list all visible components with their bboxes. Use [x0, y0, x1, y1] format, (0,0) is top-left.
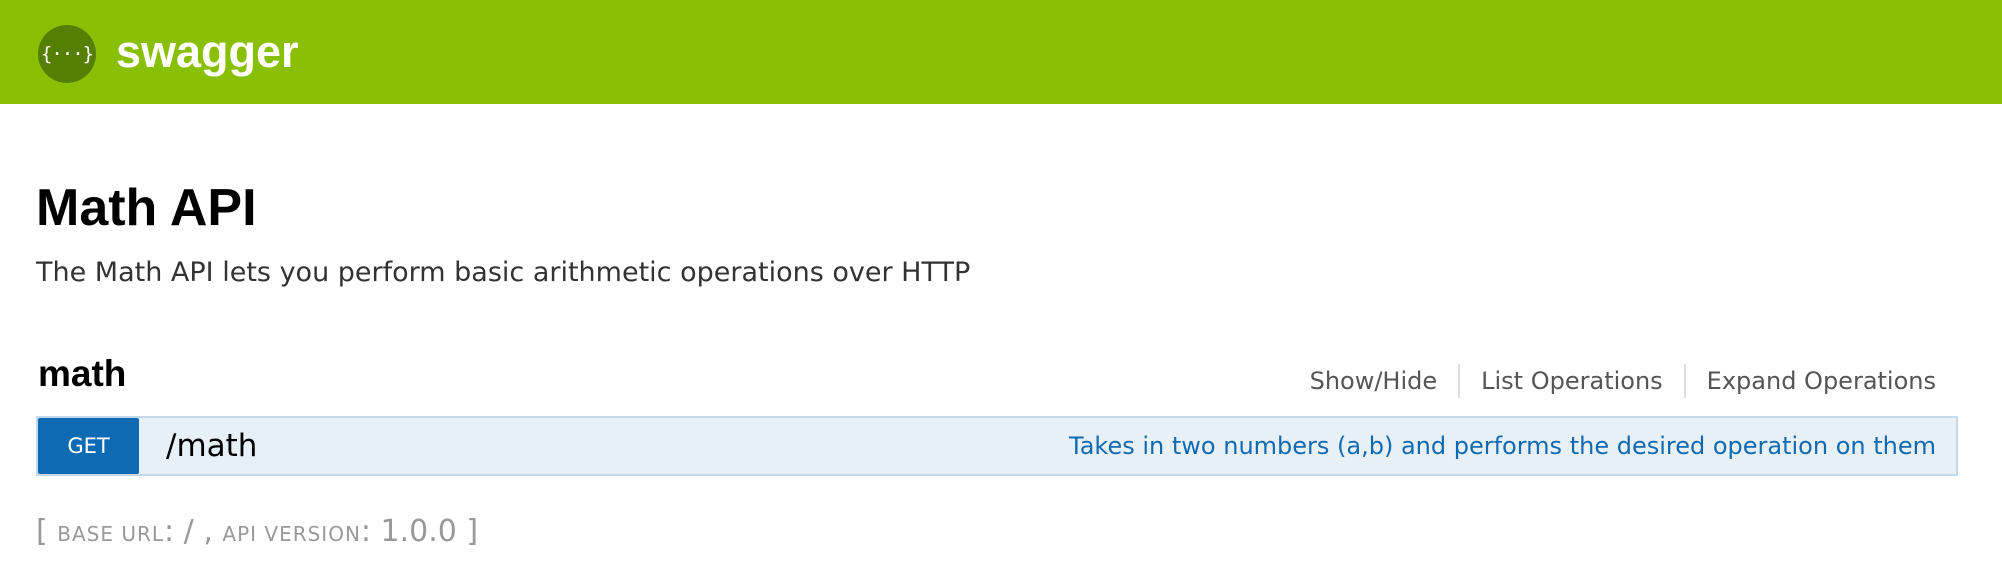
expand-operations-link[interactable]: Expand Operations	[1686, 362, 1936, 400]
base-url-value: : / ,	[164, 514, 223, 549]
http-method-badge[interactable]: GET	[38, 418, 139, 474]
operation-summary[interactable]: Takes in two numbers (a,b) and performs …	[1069, 418, 1936, 474]
operation-row[interactable]: GET /math Takes in two numbers (a,b) and…	[36, 416, 1958, 476]
api-info-footer: [ BASE URL: / , API VERSION: 1.0.0 ]	[36, 510, 478, 556]
show-hide-link[interactable]: Show/Hide	[1289, 362, 1459, 400]
brand-name[interactable]: swagger	[116, 24, 299, 80]
base-url-label: BASE URL	[57, 522, 165, 546]
swagger-logo-icon[interactable]: {···}	[38, 25, 96, 83]
top-bar: {···} swagger	[0, 0, 2002, 104]
operation-path[interactable]: /math	[166, 418, 257, 474]
api-version-label: API VERSION	[222, 522, 361, 546]
open-bracket: [	[36, 514, 58, 549]
api-description: The Math API lets you perform basic arit…	[36, 257, 971, 288]
resource-actions: Show/Hide List Operations Expand Operati…	[1289, 362, 1936, 400]
close-bracket: ]	[466, 514, 479, 549]
api-version-value: : 1.0.0	[360, 514, 467, 549]
resource-heading[interactable]: math	[38, 350, 126, 398]
list-operations-link[interactable]: List Operations	[1460, 362, 1684, 400]
page-title: Math API	[36, 179, 257, 237]
